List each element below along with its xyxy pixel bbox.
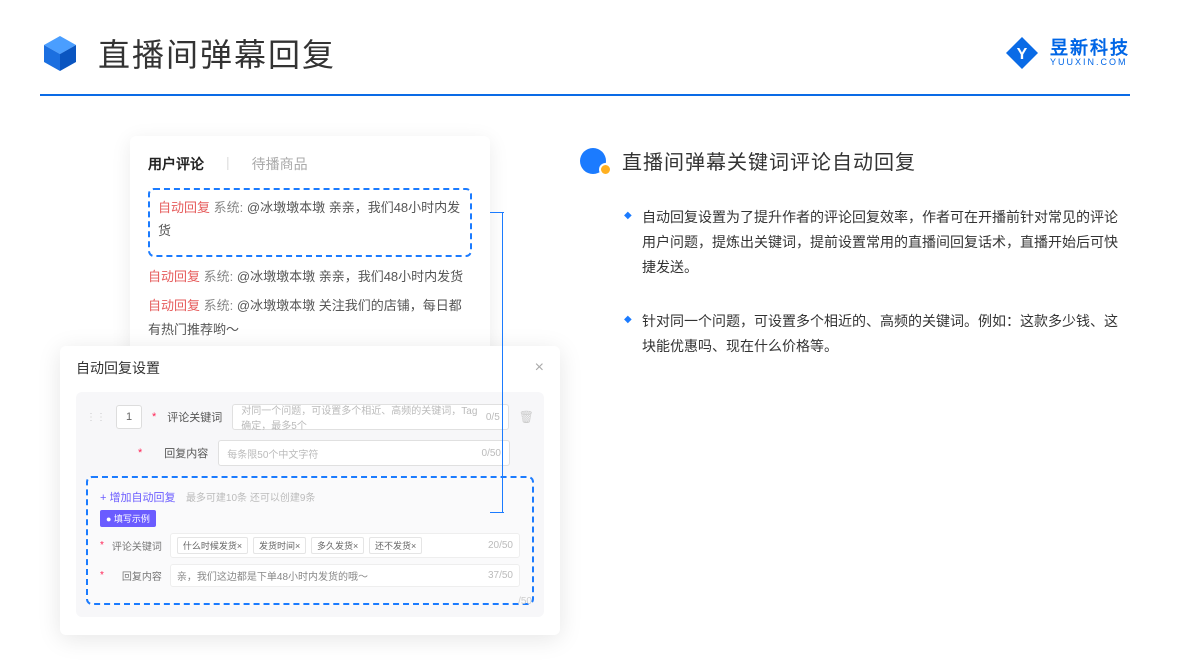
example-content-row: * 回复内容 亲，我们这边都是下单48小时内发货的哦～ 37/50 (100, 564, 520, 587)
comment-row: 自动回复 系统: @冰墩墩本墩 亲亲，我们48小时内发货 (148, 265, 472, 288)
highlighted-comment: 自动回复 系统: @冰墩墩本墩 亲亲，我们48小时内发货 (148, 188, 472, 257)
comments-tabs: 用户评论 | 待播商品 (148, 154, 472, 174)
content-input[interactable]: 每条限50个中文字符 0/50 (218, 440, 510, 466)
diamond-icon: Y (1004, 35, 1040, 71)
section-title: 直播间弹幕关键词评论自动回复 (622, 146, 916, 175)
close-icon[interactable]: × (535, 359, 544, 377)
page-title: 直播间弹幕回复 (98, 30, 336, 76)
required-dot: * (138, 447, 142, 459)
auto-reply-tag: 自动回复 (148, 269, 200, 284)
ex-keyword-tags: 什么时候发货× 发货时间× 多久发货× 还不发货× 20/50 (170, 533, 520, 558)
page-header: 直播间弹幕回复 Y 昱新科技 YUUXIN.COM (0, 0, 1180, 86)
system-tag: 系统: (214, 200, 244, 215)
system-tag: 系统: (204, 269, 234, 284)
settings-body: ⋮⋮ 1 * 评论关键词 对同一个问题，可设置多个相近、高频的关键词，Tag确定… (76, 392, 544, 617)
required-dot: * (100, 570, 104, 581)
ex-keyword-label: 评论关键词 (112, 538, 162, 553)
brand-en: YUUXIN.COM (1050, 57, 1128, 67)
auto-reply-tag: 自动回复 (158, 200, 210, 215)
connector-line (502, 212, 503, 512)
comment-row: 自动回复 系统: @冰墩墩本墩 关注我们的店铺，每日都有热门推荐哟～ (148, 294, 472, 341)
tab-user-comments[interactable]: 用户评论 (148, 154, 204, 174)
cube-icon (40, 33, 80, 73)
trash-icon[interactable]: 🗑 (519, 410, 534, 424)
main-content: 用户评论 | 待播商品 自动回复 系统: @冰墩墩本墩 亲亲，我们48小时内发货… (0, 96, 1180, 387)
keyword-input[interactable]: 对同一个问题，可设置多个相近、高频的关键词，Tag确定，最多5个 0/5 (232, 404, 508, 430)
section-head: 直播间弹幕关键词评论自动回复 (580, 146, 1130, 175)
drag-icon[interactable]: ⋮⋮ (86, 412, 106, 423)
example-badge: ● 填写示例 (100, 510, 156, 527)
ex-content-count: 37/50 (488, 570, 513, 581)
tag-chip[interactable]: 还不发货× (369, 537, 422, 554)
auto-reply-tag: 自动回复 (148, 298, 200, 313)
system-tag: 系统: (204, 298, 234, 313)
content-count: 0/50 (482, 448, 501, 459)
keyword-placeholder: 对同一个问题，可设置多个相近、高频的关键词，Tag确定，最多5个 (241, 402, 486, 432)
tab-separator: | (226, 154, 230, 174)
extra-count: /50 (518, 596, 532, 607)
tag-list: 什么时候发货× 发货时间× 多久发货× 还不发货× (177, 537, 424, 554)
comment-row: 自动回复 系统: @冰墩墩本墩 亲亲，我们48小时内发货 (158, 196, 462, 243)
form-row-content: * 回复内容 每条限50个中文字符 0/50 (86, 440, 534, 466)
bubble-icon (580, 148, 610, 174)
content-placeholder: 每条限50个中文字符 (227, 446, 318, 461)
left-column: 用户评论 | 待播商品 自动回复 系统: @冰墩墩本墩 亲亲，我们48小时内发货… (60, 136, 550, 387)
settings-header: 自动回复设置 × (76, 358, 544, 384)
settings-title: 自动回复设置 (76, 358, 160, 378)
required-dot: * (152, 411, 156, 423)
ex-content-label: 回复内容 (112, 568, 162, 583)
bullet-list: 自动回复设置为了提升作者的评论回复效率，作者可在开播前针对常见的评论用户问题，提… (580, 205, 1130, 359)
ex-content-text: 亲，我们这边都是下单48小时内发货的哦～ (177, 568, 368, 583)
ex-keyword-count: 20/50 (488, 540, 513, 551)
comment-text: @冰墩墩本墩 亲亲，我们48小时内发货 (237, 269, 463, 284)
connector-line (490, 512, 504, 513)
required-dot: * (100, 540, 104, 551)
bullet-item: 针对同一个问题，可设置多个相近的、高频的关键词。例如：这款多少钱、这块能优惠吗、… (624, 309, 1130, 359)
ex-content-box: 亲，我们这边都是下单48小时内发货的哦～ 37/50 (170, 564, 520, 587)
add-auto-reply-link[interactable]: + 增加自动回复 (100, 492, 175, 504)
keyword-count: 0/5 (486, 412, 500, 423)
tag-chip[interactable]: 什么时候发货× (177, 537, 248, 554)
tag-chip[interactable]: 多久发货× (311, 537, 364, 554)
example-keyword-row: * 评论关键词 什么时候发货× 发货时间× 多久发货× 还不发货× 20/50 (100, 533, 520, 558)
comments-panel: 用户评论 | 待播商品 自动回复 系统: @冰墩墩本墩 亲亲，我们48小时内发货… (130, 136, 490, 369)
tag-chip[interactable]: 发货时间× (253, 537, 306, 554)
right-column: 直播间弹幕关键词评论自动回复 自动回复设置为了提升作者的评论回复效率，作者可在开… (580, 136, 1130, 387)
brand-cn: 昱新科技 (1050, 39, 1130, 57)
brand-logo: Y 昱新科技 YUUXIN.COM (1004, 35, 1130, 71)
item-number: 1 (116, 405, 142, 429)
svg-text:Y: Y (1017, 46, 1028, 63)
tab-pending-goods[interactable]: 待播商品 (252, 154, 308, 174)
bullet-item: 自动回复设置为了提升作者的评论回复效率，作者可在开播前针对常见的评论用户问题，提… (624, 205, 1130, 281)
settings-panel: 自动回复设置 × ⋮⋮ 1 * 评论关键词 对同一个问题，可设置多个相近、高频的… (60, 346, 560, 635)
header-left: 直播间弹幕回复 (40, 30, 336, 76)
brand-text: 昱新科技 YUUXIN.COM (1050, 39, 1130, 67)
add-hint: 最多可建10条 还可以创建9条 (186, 493, 315, 504)
keyword-label: 评论关键词 (166, 409, 222, 425)
add-row: + 增加自动回复 最多可建10条 还可以创建9条 (100, 488, 520, 506)
example-box: + 增加自动回复 最多可建10条 还可以创建9条 ● 填写示例 * 评论关键词 … (86, 476, 534, 605)
content-label: 回复内容 (152, 445, 208, 461)
form-row-keyword: ⋮⋮ 1 * 评论关键词 对同一个问题，可设置多个相近、高频的关键词，Tag确定… (86, 404, 534, 430)
